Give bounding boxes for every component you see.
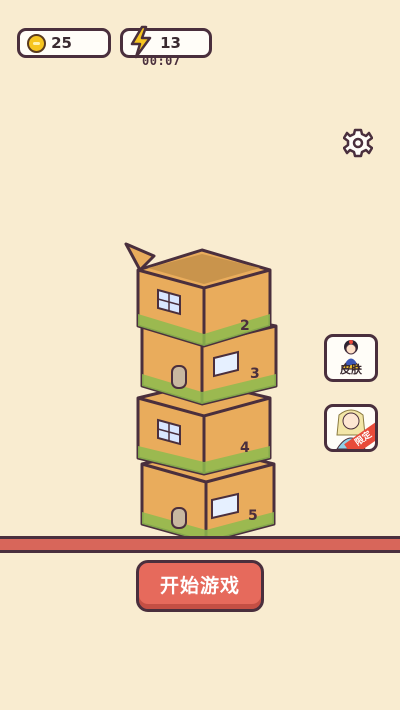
coin-icon bbox=[27, 34, 46, 53]
limited-skin-button[interactable]: 限定 bbox=[324, 404, 378, 452]
gear-icon[interactable] bbox=[343, 128, 373, 158]
coin-count: 25 bbox=[51, 34, 72, 52]
box-number: 3 bbox=[250, 366, 260, 382]
box-tower: 5 4 3 2 bbox=[124, 242, 278, 540]
box-number: 5 bbox=[248, 508, 258, 524]
box-number: 2 bbox=[240, 318, 250, 334]
start-game-label: 开始游戏 bbox=[159, 575, 240, 597]
skin-button[interactable]: 皮肤 bbox=[324, 334, 378, 382]
energy-timer: 00:07 bbox=[142, 54, 181, 68]
box-number: 4 bbox=[240, 440, 250, 456]
skin-button-label: 皮肤 bbox=[340, 363, 362, 376]
start-game-button[interactable]: 开始游戏 bbox=[136, 560, 264, 612]
coin-counter: 25 bbox=[17, 28, 111, 58]
energy-count: 13 bbox=[160, 34, 181, 52]
ground-platform bbox=[0, 536, 400, 553]
